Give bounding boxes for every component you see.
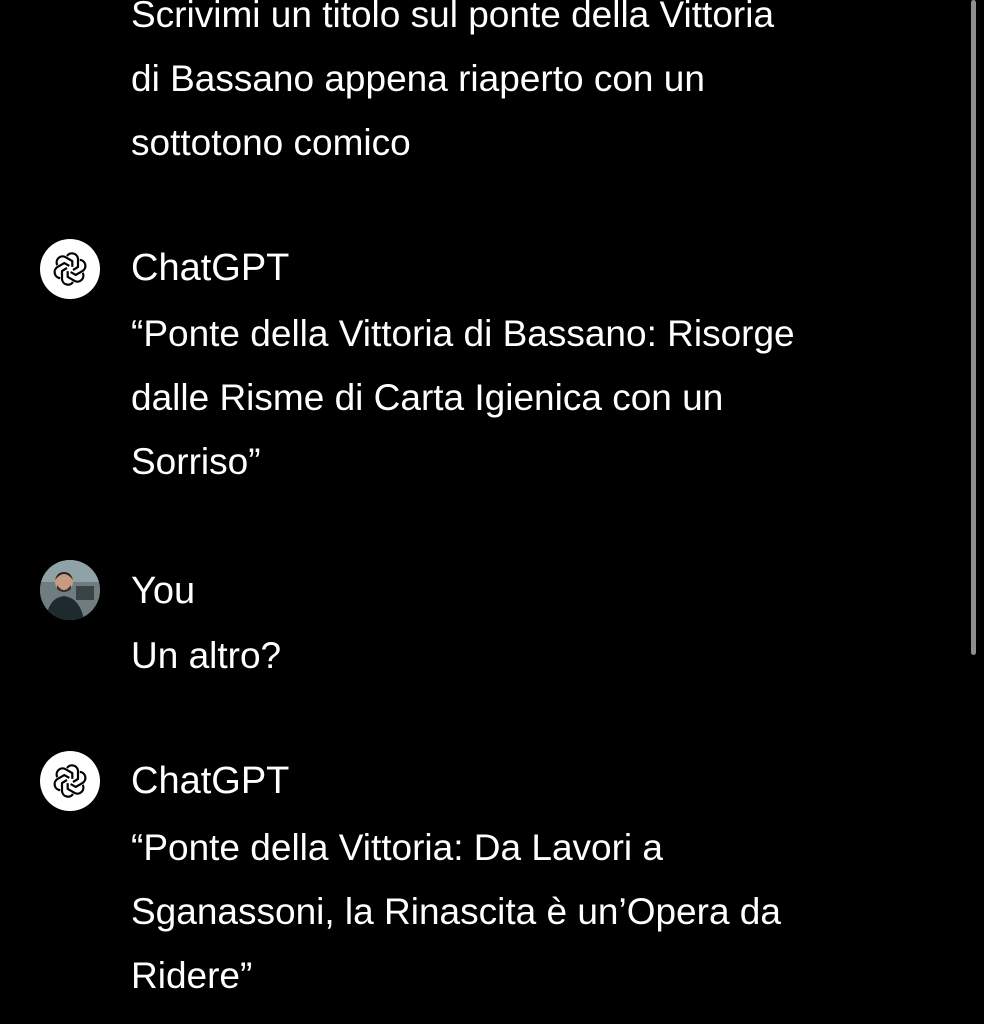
- message-line: “Ponte della Vittoria: Da Lavori a: [131, 827, 664, 868]
- sender-name: You: [131, 570, 196, 612]
- message-line: sottotono comico: [131, 122, 411, 163]
- openai-logo-icon: [53, 764, 87, 798]
- message-line: dalle Risme di Carta Igienica con un: [131, 377, 724, 418]
- user-avatar: [40, 560, 100, 620]
- message-text: “Ponte della Vittoria di Bassano: Risorg…: [131, 302, 931, 494]
- message-line: di Bassano appena riaperto con un: [131, 58, 705, 99]
- message-line: Ridere”: [131, 955, 253, 996]
- sender-name: ChatGPT: [131, 760, 290, 802]
- message-line: Sorriso”: [131, 441, 261, 482]
- message-line: Scrivimi un titolo sul ponte della Vitto…: [131, 0, 775, 35]
- vertical-scrollbar[interactable]: [970, 0, 978, 1024]
- sender-name: ChatGPT: [131, 247, 290, 289]
- message-line: “Ponte della Vittoria di Bassano: Risorg…: [131, 313, 795, 354]
- message-line: Un altro?: [131, 635, 282, 676]
- user-photo-icon: [40, 560, 100, 620]
- message-line: Sganassoni, la Rinascita è un’Opera da: [131, 891, 781, 932]
- openai-logo-icon: [53, 252, 87, 286]
- message-text: “Ponte della Vittoria: Da Lavori a Sgana…: [131, 816, 931, 1008]
- scrollbar-thumb[interactable]: [971, 0, 976, 655]
- message-text: Scrivimi un titolo sul ponte della Vitto…: [131, 0, 931, 175]
- message-text: Un altro?: [131, 624, 931, 688]
- chatgpt-avatar: [40, 239, 100, 299]
- chatgpt-avatar: [40, 751, 100, 811]
